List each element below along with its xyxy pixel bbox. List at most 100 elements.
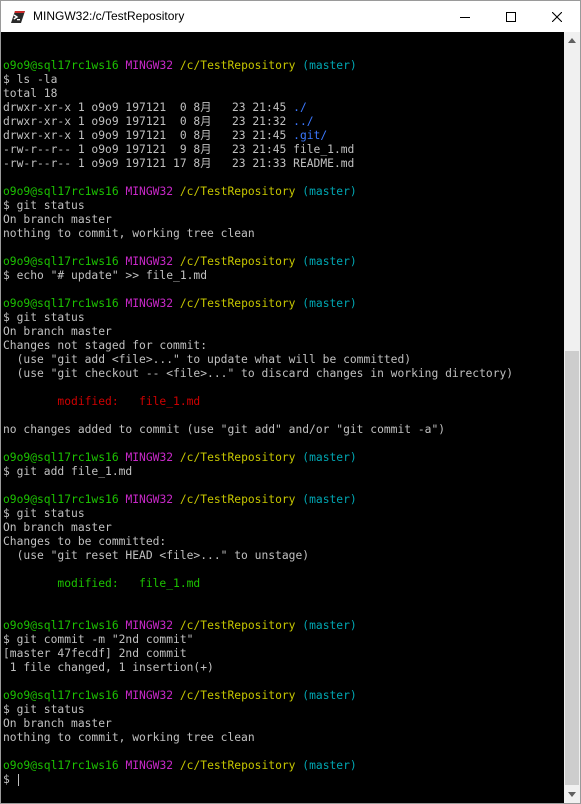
scroll-up-arrow-icon bbox=[568, 38, 576, 43]
git-bash-app-icon[interactable] bbox=[10, 9, 26, 25]
terminal-line: drwxr-xr-x 1 o9o9 197121 0 8月 23 21:45 .… bbox=[3, 101, 513, 115]
terminal-output-area[interactable]: o9o9@sql17rc1ws16 MINGW32 /c/TestReposit… bbox=[1, 32, 564, 803]
terminal-text-segment: ./ bbox=[293, 101, 307, 114]
terminal-text-segment: drwxr-xr-x 1 o9o9 197121 0 8月 23 21:45 bbox=[3, 101, 294, 114]
terminal-line: $ git status bbox=[3, 199, 513, 213]
vertical-scrollbar[interactable] bbox=[564, 32, 580, 803]
terminal-line: (use "git reset HEAD <file>..." to unsta… bbox=[3, 549, 513, 563]
terminal-text-segment: nothing to commit, working tree clean bbox=[3, 731, 255, 744]
scrollbar-thumb[interactable] bbox=[565, 351, 579, 785]
terminal-text-segment: MINGW32 bbox=[125, 689, 180, 702]
terminal-line: $ git status bbox=[3, 507, 513, 521]
terminal-text-segment: (master) bbox=[302, 297, 357, 310]
terminal-line: o9o9@sql17rc1ws16 MINGW32 /c/TestReposit… bbox=[3, 59, 513, 73]
terminal-line: nothing to commit, working tree clean bbox=[3, 227, 513, 241]
terminal-text-segment: $ ls -la bbox=[3, 73, 58, 86]
terminal-line: Changes to be committed: bbox=[3, 535, 513, 549]
maximize-button[interactable] bbox=[488, 1, 534, 32]
terminal-text-segment: $ git status bbox=[3, 507, 85, 520]
close-icon bbox=[552, 11, 562, 22]
terminal-line: (use "git add <file>..." to update what … bbox=[3, 353, 513, 367]
command-prompt: $ bbox=[3, 773, 17, 786]
terminal-text-segment: o9o9@sql17rc1ws16 bbox=[3, 297, 126, 310]
terminal-line: o9o9@sql17rc1ws16 MINGW32 /c/TestReposit… bbox=[3, 185, 513, 199]
terminal-text-segment: 1 file changed, 1 insertion(+) bbox=[3, 661, 214, 674]
terminal-text-segment: MINGW32 bbox=[125, 451, 180, 464]
minimize-button[interactable] bbox=[442, 1, 488, 32]
terminal-line: $ echo "# update" >> file_1.md bbox=[3, 269, 513, 283]
terminal-text-segment: no changes added to commit (use "git add… bbox=[3, 423, 446, 436]
maximize-icon bbox=[506, 11, 516, 22]
terminal-text-segment: /c/TestRepository bbox=[179, 451, 303, 464]
terminal-line: o9o9@sql17rc1ws16 MINGW32 /c/TestReposit… bbox=[3, 297, 513, 311]
terminal-text-segment: (use "git add <file>..." to update what … bbox=[3, 353, 412, 366]
window-title: MINGW32:/c/TestRepository bbox=[33, 9, 185, 23]
terminal-text-segment: (master) bbox=[302, 619, 357, 632]
scroll-down-button[interactable] bbox=[564, 786, 580, 803]
terminal-text-segment: $ git commit -m "2nd commit" bbox=[3, 633, 194, 646]
terminal-text-segment: modified: file_1.md bbox=[3, 395, 201, 408]
terminal-line: [master 47fecdf] 2nd commit bbox=[3, 647, 513, 661]
terminal-line: nothing to commit, working tree clean bbox=[3, 731, 513, 745]
terminal-text-segment: $ git status bbox=[3, 311, 85, 324]
terminal-line: $ git status bbox=[3, 703, 513, 717]
terminal-text-segment: (use "git reset HEAD <file>..." to unsta… bbox=[3, 549, 310, 562]
terminal-text-segment: o9o9@sql17rc1ws16 bbox=[3, 493, 126, 506]
terminal-window: MINGW32:/c/TestRepository o9o9@sql17rc1w… bbox=[0, 0, 581, 804]
terminal-line: $ git commit -m "2nd commit" bbox=[3, 633, 513, 647]
terminal-line: o9o9@sql17rc1ws16 MINGW32 /c/TestReposit… bbox=[3, 451, 513, 465]
terminal-text-segment: -rw-r--r-- 1 o9o9 197121 17 8月 23 21:33 … bbox=[3, 157, 355, 170]
terminal-line: modified: file_1.md bbox=[3, 395, 513, 409]
terminal-text-segment: MINGW32 bbox=[125, 493, 180, 506]
terminal-text-segment: Changes to be committed: bbox=[3, 535, 167, 548]
terminal-text-segment: MINGW32 bbox=[125, 185, 180, 198]
terminal-text-segment: On branch master bbox=[3, 717, 112, 730]
terminal-lines: o9o9@sql17rc1ws16 MINGW32 /c/TestReposit… bbox=[3, 45, 513, 787]
terminal-line: drwxr-xr-x 1 o9o9 197121 0 8月 23 21:32 .… bbox=[3, 115, 513, 129]
close-button[interactable] bbox=[534, 1, 580, 32]
terminal-line: drwxr-xr-x 1 o9o9 197121 0 8月 23 21:45 .… bbox=[3, 129, 513, 143]
terminal-text-segment: MINGW32 bbox=[125, 619, 180, 632]
terminal-line: $ git status bbox=[3, 311, 513, 325]
terminal-text-segment: ../ bbox=[293, 115, 314, 128]
scroll-down-arrow-icon bbox=[568, 792, 576, 797]
terminal-text-segment: /c/TestRepository bbox=[179, 619, 303, 632]
terminal-line: 1 file changed, 1 insertion(+) bbox=[3, 661, 513, 675]
terminal-text-segment: (master) bbox=[302, 185, 357, 198]
terminal-text-segment: drwxr-xr-x 1 o9o9 197121 0 8月 23 21:45 bbox=[3, 129, 294, 142]
command-input-line[interactable]: $ bbox=[3, 773, 513, 787]
terminal-text-segment: total 18 bbox=[3, 87, 58, 100]
title-bar[interactable]: MINGW32:/c/TestRepository bbox=[1, 1, 580, 32]
terminal-text-segment: /c/TestRepository bbox=[179, 689, 303, 702]
terminal-text-segment: o9o9@sql17rc1ws16 bbox=[3, 59, 126, 72]
terminal-text-segment: (master) bbox=[302, 255, 357, 268]
terminal-text-segment: (master) bbox=[302, 759, 357, 772]
terminal-text-segment: On branch master bbox=[3, 521, 112, 534]
terminal-text-segment: o9o9@sql17rc1ws16 bbox=[3, 689, 126, 702]
scroll-up-button[interactable] bbox=[564, 32, 580, 49]
terminal-text-segment: /c/TestRepository bbox=[179, 759, 303, 772]
terminal-line: $ git add file_1.md bbox=[3, 465, 513, 479]
terminal-text-segment: /c/TestRepository bbox=[179, 59, 303, 72]
terminal-text-segment: o9o9@sql17rc1ws16 bbox=[3, 759, 126, 772]
terminal-text-segment: nothing to commit, working tree clean bbox=[3, 227, 255, 240]
terminal-text-segment: $ git add file_1.md bbox=[3, 465, 133, 478]
terminal-line: o9o9@sql17rc1ws16 MINGW32 /c/TestReposit… bbox=[3, 759, 513, 773]
terminal-text-segment: On branch master bbox=[3, 213, 112, 226]
terminal-text-segment: /c/TestRepository bbox=[179, 255, 303, 268]
terminal-line: On branch master bbox=[3, 325, 513, 339]
terminal-text-segment: MINGW32 bbox=[125, 59, 180, 72]
terminal-line: (use "git checkout -- <file>..." to disc… bbox=[3, 367, 514, 381]
terminal-text-segment: Changes not staged for commit: bbox=[3, 339, 208, 352]
terminal-text-segment: MINGW32 bbox=[125, 297, 180, 310]
terminal-line: o9o9@sql17rc1ws16 MINGW32 /c/TestReposit… bbox=[3, 619, 513, 633]
